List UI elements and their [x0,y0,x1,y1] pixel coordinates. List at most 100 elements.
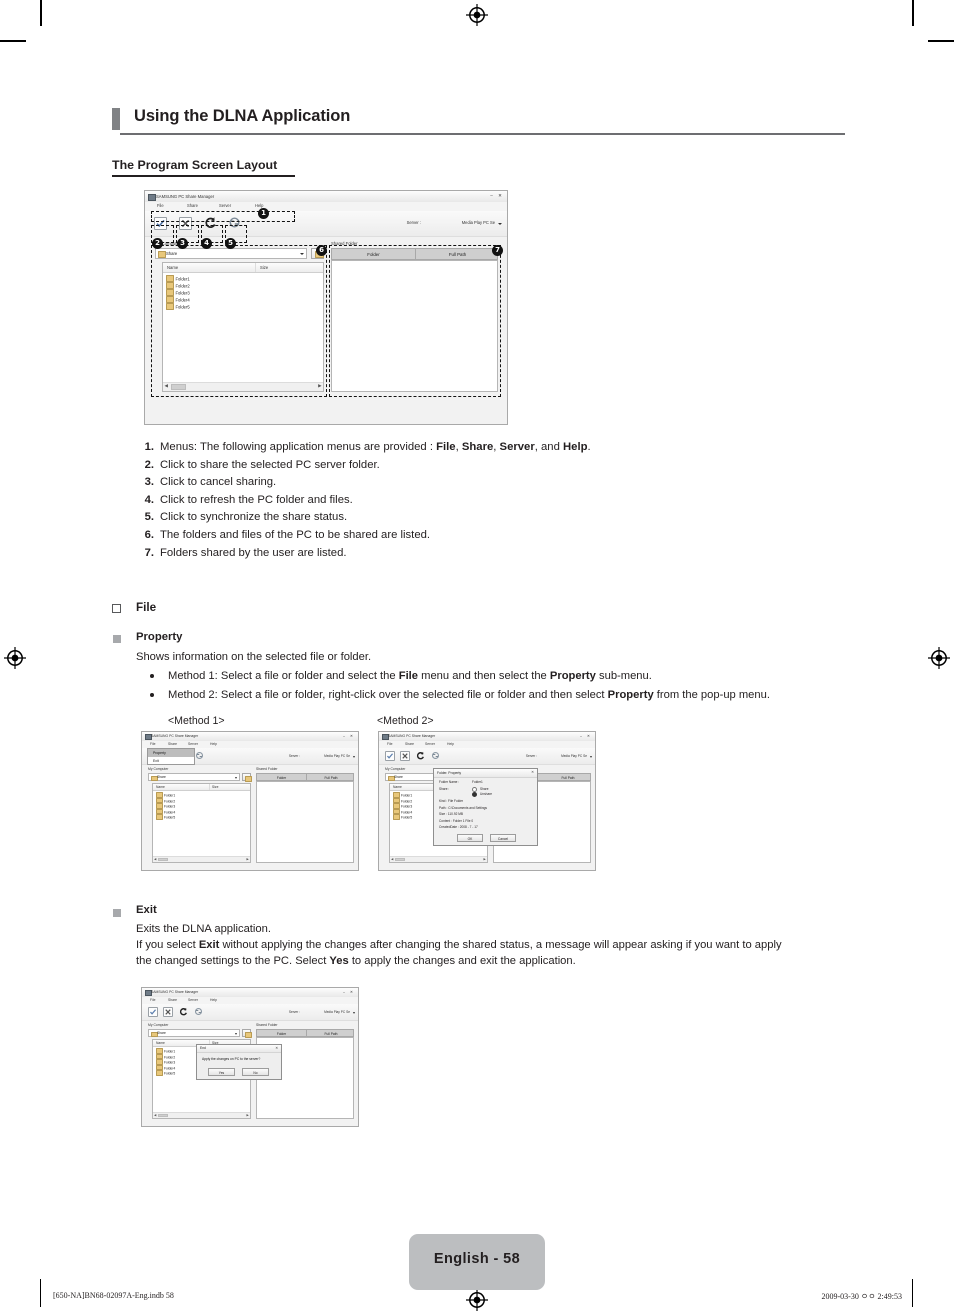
server-value[interactable]: Media Play PC Se [324,754,350,758]
no-button[interactable]: No [242,1068,269,1076]
menu-file[interactable]: File [387,742,392,746]
minimize-icon[interactable]: – [490,193,495,198]
column-name[interactable]: Name [393,785,402,789]
share-check-icon[interactable] [148,1007,158,1017]
horizontal-scrollbar[interactable]: ◀ ▶ [390,856,487,862]
scroll-right-arrow-icon[interactable]: ▶ [247,1113,249,1117]
path-combo-value: Share [157,1031,166,1036]
column-full-path[interactable]: Full Path [307,1032,355,1036]
server-value[interactable]: Media Play PC Se [462,220,495,225]
browse-button[interactable] [242,773,252,782]
column-name[interactable]: Name [156,1041,165,1045]
menu-server[interactable]: Server [219,203,231,208]
scrollbar-thumb[interactable] [395,858,405,861]
column-folder[interactable]: Folder [257,1032,306,1036]
scrollbar-thumb[interactable] [158,1114,168,1117]
refresh-icon[interactable] [416,751,425,760]
refresh-icon[interactable] [179,1007,188,1016]
column-name[interactable]: Name [156,785,165,789]
list-item[interactable]: Folder5 [156,1070,175,1076]
crop-mark-top-right-v [912,0,914,26]
file-dropdown-menu[interactable]: Property Exit [147,748,195,765]
server-label: Server : [406,220,421,225]
ex-window-title: SAMSUNG PC Share Manager [151,990,199,995]
method2-bullet-icon [150,693,154,697]
m1-window-buttons[interactable]: – ✕ [343,734,355,738]
menu-share[interactable]: Share [168,998,177,1002]
menu-help[interactable]: Help [210,742,217,746]
path-text: Path : C:\Documents and Settings [439,805,488,810]
scroll-right-arrow-icon[interactable]: ▶ [247,857,249,861]
list-item-label: Folder5 [164,1071,176,1076]
scroll-left-arrow-icon[interactable]: ◀ [154,857,156,861]
menu-item-property[interactable]: Property [148,749,194,757]
server-value[interactable]: Media Play PC Se [324,1010,350,1014]
shared-folder-list[interactable] [256,781,354,863]
menu-share[interactable]: Share [405,742,414,746]
m2-window-buttons[interactable]: – ✕ [580,734,592,738]
kind-text: Kind : File Folder [439,799,464,803]
sync-icon[interactable] [195,751,204,760]
menu-server[interactable]: Server [188,998,198,1002]
path-combo[interactable]: Share [148,773,240,782]
menu-file[interactable]: File [150,998,155,1002]
crop-mark-top-right-h [928,40,954,42]
ex-window-buttons[interactable]: – ✕ [343,990,355,994]
callout-5: 5 [225,238,236,249]
menu-help[interactable]: Help [447,742,454,746]
list-item[interactable]: Folder5 [156,814,175,820]
menu-help[interactable]: Help [210,998,217,1002]
radio-unshare[interactable] [472,792,478,798]
dialog-titlebar: End ✕ [197,1045,281,1053]
server-chevron-down-icon[interactable] [353,756,355,758]
close-icon[interactable]: ✕ [498,193,504,198]
cancel-button[interactable]: Cancel [490,834,516,842]
radio-share-label: Share [480,787,489,791]
list-item[interactable]: Folder5 [393,814,412,820]
path-combo[interactable]: Share [148,1029,240,1038]
menu-item-exit[interactable]: Exit [148,757,194,765]
dialog-close-icon[interactable]: ✕ [275,1046,278,1050]
method1-caption: <Method 1> [168,715,225,727]
horizontal-scrollbar[interactable]: ◀ ▶ [153,1112,250,1118]
menu-file[interactable]: File [157,203,164,208]
cancel-share-icon[interactable] [400,751,410,761]
my-computer-list[interactable]: Name Size Folder1 Folder2 Folder3 Folder… [152,783,251,863]
callout-3: 3 [177,238,188,249]
column-size[interactable]: Size [212,785,218,789]
horizontal-scrollbar[interactable]: ◀ ▶ [153,856,250,862]
main-window-buttons[interactable]: – ✕ [490,193,504,199]
column-full-path[interactable]: Full Path [307,776,355,780]
path-combo-chevron-down-icon[interactable] [235,776,237,779]
menu-share[interactable]: Share [168,742,177,746]
scroll-left-arrow-icon[interactable]: ◀ [391,857,393,861]
scrollbar-thumb[interactable] [158,858,168,861]
menu-server[interactable]: Server [425,742,435,746]
menu-server[interactable]: Server [188,742,198,746]
dialog-message: Apply the changes on PC to the server? [202,1057,261,1061]
cancel-share-icon[interactable] [163,1007,173,1017]
scroll-right-arrow-icon[interactable]: ▶ [484,857,486,861]
column-full-path[interactable]: Full Path [544,776,592,780]
file-heading: File [136,601,157,614]
menu-share[interactable]: Share [187,203,198,208]
server-value[interactable]: Media Play PC Se [561,754,587,758]
server-chevron-down-icon[interactable] [590,756,592,758]
browse-button[interactable] [242,1029,252,1038]
ok-button[interactable]: OK [457,834,483,842]
figure-method1-window: SAMSUNG PC Share Manager – ✕ File Share … [141,731,359,871]
server-chevron-down-icon[interactable] [353,1012,355,1014]
column-folder[interactable]: Folder [257,776,306,780]
server-chevron-down-icon[interactable] [498,223,502,225]
property-description: Shows information on the selected file o… [136,651,372,663]
sync-icon[interactable] [194,1007,203,1016]
dialog-close-icon[interactable]: ✕ [531,770,534,774]
sync-icon[interactable] [431,751,440,760]
scroll-left-arrow-icon[interactable]: ◀ [154,1113,156,1117]
yes-button[interactable]: Yes [208,1068,235,1076]
path-combo-chevron-down-icon[interactable] [235,1032,237,1035]
note-number: 6. [144,528,154,541]
server-label: Server : [288,1010,300,1014]
share-check-icon[interactable] [385,751,395,761]
menu-file[interactable]: File [150,742,155,746]
